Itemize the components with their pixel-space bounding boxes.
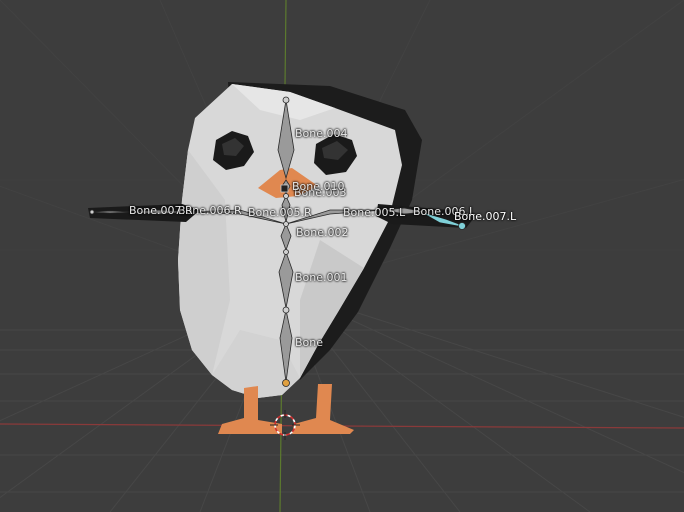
bone-joint[interactable] bbox=[283, 193, 289, 199]
foot-right bbox=[292, 384, 354, 434]
bone-joint[interactable] bbox=[283, 249, 289, 255]
bone-joint[interactable] bbox=[89, 209, 95, 215]
3d-cursor-icon[interactable] bbox=[270, 410, 300, 440]
bone-joint[interactable] bbox=[282, 306, 290, 314]
bone-joint-root[interactable] bbox=[282, 379, 290, 387]
bone-joint-selected[interactable] bbox=[458, 222, 466, 230]
viewport-scene[interactable] bbox=[0, 0, 684, 512]
bone-010-head[interactable] bbox=[280, 184, 289, 193]
bone-joint[interactable] bbox=[283, 221, 289, 227]
3d-viewport[interactable]: Bone Bone.001 Bone.002 Bone.003 Bone.004… bbox=[0, 0, 684, 512]
bone-joint[interactable] bbox=[282, 96, 290, 104]
